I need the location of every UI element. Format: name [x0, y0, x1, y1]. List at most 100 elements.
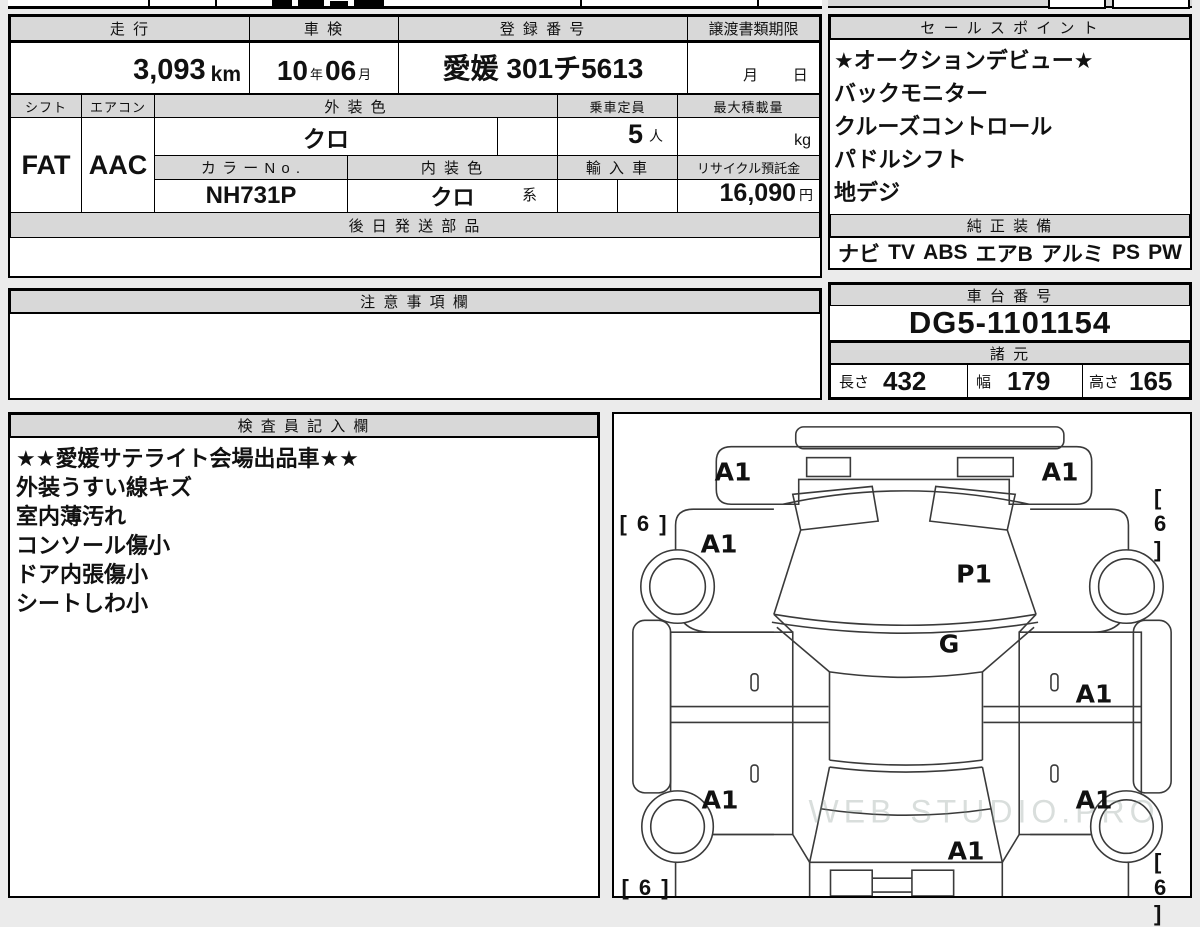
recycle-deposit-value: 16,090: [719, 179, 796, 207]
transfer-month-suffix: 月: [743, 67, 759, 84]
damage-label-front-bumper-left: A1: [714, 457, 752, 487]
color-no-value: NH731P: [205, 182, 297, 209]
width-label: 幅: [976, 373, 992, 391]
inspector-note: ★★愛媛サテライト会場出品車★★: [16, 446, 359, 471]
damage-label-hood: P1: [956, 559, 992, 589]
tire-depth-front-left: [ 6 ]: [619, 511, 669, 536]
sales-points-box: セ ー ル ス ポ イ ン ト ★オークションデビュー★ バックモニター クルー…: [828, 14, 1192, 270]
exterior-color-header: 外 装 色: [154, 94, 558, 118]
interior-color-header: 内 装 色: [347, 155, 558, 180]
shift-value: FAT: [21, 149, 71, 180]
mileage-header: 走 行: [10, 16, 250, 42]
damage-label-right-front-door: A1: [1075, 679, 1113, 709]
registration-value-cell: 愛媛 301チ5613: [398, 42, 688, 94]
mileage-value-cell: 3,093 km: [10, 42, 250, 94]
interior-color-value-cell: クロ 系: [347, 179, 558, 213]
sales-point: バックモニター: [834, 81, 989, 106]
later-parts-empty-row: [10, 238, 820, 276]
width-cell: 幅 179: [967, 364, 1083, 398]
inspector-notes-header: 検 査 員 記 入 欄: [10, 414, 598, 438]
import-car-value-cell-2: [617, 179, 678, 213]
equipment-item: ナビ: [838, 243, 880, 266]
equipment-item: エアB: [975, 243, 1033, 266]
capacity-header: 乗車定員: [557, 94, 678, 118]
shaken-year: 10: [276, 55, 308, 86]
color-no-value-cell: NH731P: [154, 179, 348, 213]
auction-sheet: { "colors": { "header_bg": "#d8d8d8", "b…: [0, 0, 1200, 926]
inspector-note: ドア内張傷小: [16, 562, 149, 587]
interior-color-value: クロ: [430, 185, 475, 210]
exterior-color-value-cell: クロ: [154, 117, 498, 156]
damage-label-front-left-fender: A1: [700, 529, 738, 559]
recycle-deposit-unit: 円: [799, 187, 813, 203]
registration-value: 愛媛 301チ5613: [442, 53, 644, 84]
equipment-item: PW: [1148, 241, 1182, 264]
capacity-value: 5: [627, 119, 643, 149]
capacity-value-cell: 5 人: [557, 117, 678, 156]
width-value: 179: [1007, 365, 1051, 396]
mileage-value: 3,093: [133, 54, 206, 86]
max-load-header: 最大積載量: [677, 94, 820, 118]
specs-header: 諸 元: [830, 342, 1190, 364]
length-value: 432: [883, 365, 927, 396]
import-car-value-cell-1: [557, 179, 618, 213]
shift-value-cell: FAT: [10, 117, 82, 213]
inspector-note: シートしわ小: [16, 591, 149, 616]
damage-label-right-rear-door: A1: [1075, 785, 1113, 815]
transfer-deadline-header: 譲渡書類期限: [687, 16, 820, 42]
inspector-notes-box: 検 査 員 記 入 欄 ★★愛媛サテライト会場出品車★★ 外装うすい線キズ 室内…: [8, 412, 600, 898]
exterior-color-value: クロ: [303, 125, 349, 152]
sales-point: ★オークションデビュー★: [834, 48, 1094, 73]
damage-label-rear-panel: A1: [947, 836, 985, 866]
sales-point: 地デジ: [834, 180, 901, 205]
inspector-note: 室内薄汚れ: [16, 504, 127, 529]
shaken-header: 車 検: [249, 16, 399, 42]
shaken-month: 06: [325, 55, 357, 86]
inspector-notes-list: ★★愛媛サテライト会場出品車★★ 外装うすい線キズ 室内薄汚れ コンソール傷小 …: [10, 442, 598, 620]
top-cutoff-strip: [0, 0, 1200, 11]
inspector-note: 外装うすい線キズ: [16, 475, 193, 500]
recycle-deposit-header: リサイクル預託金: [677, 155, 820, 180]
equipment-item: TV: [888, 241, 915, 264]
damage-label-left-rear-door: A1: [701, 785, 739, 815]
shaken-month-suffix: 月: [358, 67, 372, 82]
length-label: 長さ: [839, 373, 870, 391]
sales-point: パドルシフト: [834, 147, 967, 172]
import-car-header: 輸 入 車: [557, 155, 678, 180]
caution-notes-header: 注 意 事 項 欄: [10, 290, 820, 314]
aircon-value: AAC: [88, 149, 148, 180]
tire-depth-front-right: [ 6 ]: [1154, 485, 1169, 562]
max-load-unit: kg: [794, 132, 811, 149]
equipment-item: PS: [1111, 241, 1140, 264]
chassis-no-value-cell: DG5-1101154: [830, 305, 1190, 342]
equipment-item: ABS: [923, 241, 968, 264]
shaken-value-cell: 10 年 06 月: [249, 42, 399, 94]
height-cell: 高さ 165: [1082, 364, 1190, 398]
vehicle-data-table: 走 行 車 検 登 録 番 号 譲渡書類期限 3,093 km 10 年 06 …: [8, 14, 822, 278]
sales-points-header: セ ー ル ス ポ イ ン ト: [830, 16, 1190, 40]
genuine-equipment-header: 純 正 装 備: [830, 214, 1190, 238]
chassis-specs-box: 車 台 番 号 DG5-1101154 諸 元 長さ 432 幅 179 高さ …: [828, 282, 1192, 400]
tire-depth-rear-right: [ 6 ]: [1154, 849, 1169, 926]
shift-header: シフト: [10, 94, 82, 118]
transfer-deadline-value-cell: 月 日: [687, 42, 820, 94]
inspector-note: コンソール傷小: [16, 533, 171, 558]
length-cell: 長さ 432: [830, 364, 968, 398]
tire-depth-rear-left: [ 6 ]: [621, 875, 671, 900]
chassis-no-value: DG5-1101154: [908, 305, 1112, 340]
sales-point: クルーズコントロール: [834, 114, 1053, 139]
equipment-item: アルミ: [1040, 243, 1104, 266]
later-parts-header: 後 日 発 送 部 品: [10, 212, 820, 238]
car-diagram-box: WEB STUDIO.PRO A1 A1 [ 6 ] [ 6 ] A1 P1 G…: [612, 412, 1192, 926]
damage-label-front-bumper-right: A1: [1041, 457, 1079, 487]
height-value: 165: [1129, 365, 1173, 396]
caution-notes-box: 注 意 事 項 欄: [8, 288, 822, 400]
aircon-header: エアコン: [81, 94, 155, 118]
height-label: 高さ: [1089, 373, 1120, 391]
registration-header: 登 録 番 号: [398, 16, 688, 42]
exterior-color-extra-cell: [497, 117, 558, 156]
shaken-year-suffix: 年: [309, 67, 323, 82]
max-load-value-cell: kg: [677, 117, 820, 156]
genuine-equipment-row: ナビ TV ABS エアB アルミ PS PW: [830, 238, 1190, 268]
transfer-day-suffix: 日: [792, 67, 808, 84]
